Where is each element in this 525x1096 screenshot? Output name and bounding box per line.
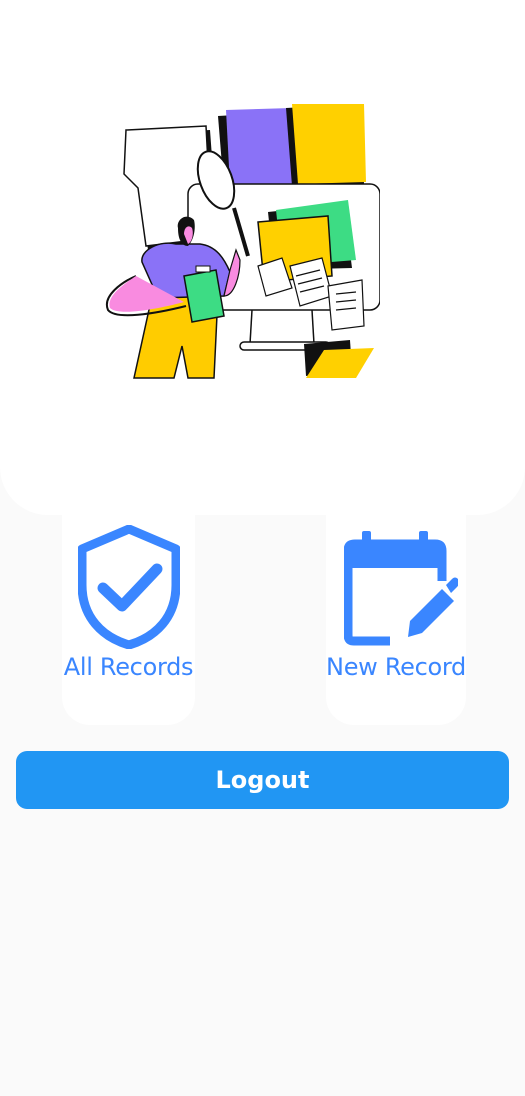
- folder-yellow: [286, 104, 366, 186]
- all-records-label: All Records: [63, 653, 194, 681]
- shield-check-icon: [78, 525, 180, 649]
- folder-bottom: [304, 340, 374, 378]
- all-records-button[interactable]: All Records: [62, 505, 195, 725]
- new-record-button[interactable]: New Record: [326, 505, 466, 725]
- records-search-illustration: [105, 104, 380, 379]
- hero-panel: [0, 0, 525, 515]
- logout-button[interactable]: Logout: [16, 751, 509, 809]
- new-record-label: New Record: [326, 653, 466, 681]
- calendar-edit-icon: [344, 531, 458, 646]
